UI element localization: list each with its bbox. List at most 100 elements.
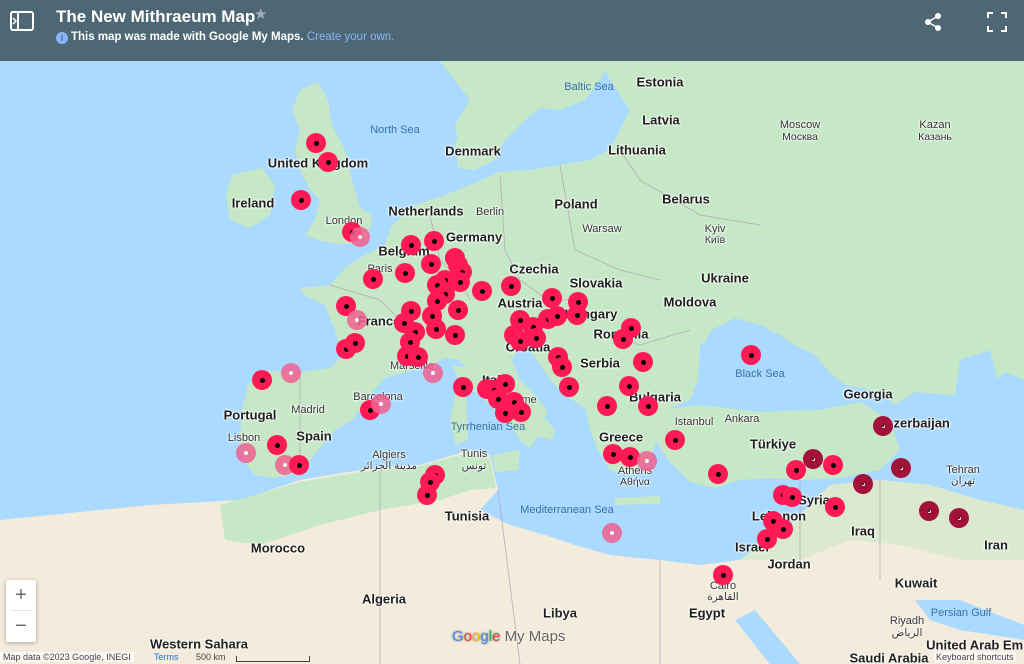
mithraeum-marker[interactable]: [289, 455, 309, 475]
city-label: Riyadh: [889, 615, 925, 627]
mithraeum-marker[interactable]: [345, 333, 365, 353]
share-icon[interactable]: [922, 11, 944, 33]
info-icon: i: [56, 32, 68, 44]
mithraeum-marker[interactable]: [423, 363, 443, 383]
country-label: Latvia: [642, 112, 680, 128]
mithraeum-marker[interactable]: [919, 501, 939, 521]
mithraeum-marker[interactable]: [823, 455, 843, 475]
mithraeum-marker[interactable]: [453, 377, 473, 397]
country-label: Iraq: [851, 523, 875, 539]
mithraeum-marker[interactable]: [757, 529, 777, 549]
country-label: Egypt: [688, 605, 726, 621]
side-panel-icon[interactable]: [10, 11, 34, 31]
mithraeum-marker[interactable]: [267, 435, 287, 455]
mithraeum-marker[interactable]: [401, 235, 421, 255]
mithraeum-marker[interactable]: [318, 152, 338, 172]
mithraeum-marker[interactable]: [371, 394, 391, 414]
country-label: Denmark: [445, 143, 501, 159]
mithraeum-marker[interactable]: [350, 227, 370, 247]
mithraeum-marker[interactable]: [306, 133, 326, 153]
mithraeum-marker[interactable]: [638, 396, 658, 416]
country-label: Libya: [543, 605, 577, 621]
city-label: Istanbul: [674, 416, 714, 428]
country-label: Netherlands: [388, 203, 464, 219]
mithraeum-marker[interactable]: [825, 497, 845, 517]
mithraeum-marker[interactable]: [472, 281, 492, 301]
mithraeum-marker[interactable]: [417, 485, 437, 505]
mithraeum-marker[interactable]: [347, 310, 367, 330]
country-label: Czechia: [509, 261, 559, 277]
mithraeum-marker[interactable]: [713, 565, 733, 585]
mithraeum-marker[interactable]: [448, 300, 468, 320]
country-label: Jordan: [767, 556, 811, 572]
mithraeum-marker[interactable]: [602, 523, 622, 543]
mithraeum-marker[interactable]: [637, 451, 657, 471]
mithraeum-marker[interactable]: [252, 370, 272, 390]
country-label: Ireland: [231, 195, 275, 211]
zoom-control: + −: [6, 580, 36, 642]
create-own-link[interactable]: Create your own.: [307, 31, 395, 43]
city-label: Berlin: [475, 206, 505, 218]
country-label: Kuwait: [894, 575, 938, 591]
mithraeum-marker[interactable]: [236, 443, 256, 463]
mithraeum-marker[interactable]: [281, 363, 301, 383]
star-icon[interactable]: ★: [254, 5, 267, 23]
country-label: Georgia: [843, 386, 893, 402]
city-label: Moscow: [779, 119, 821, 131]
mithraeum-marker[interactable]: [633, 352, 653, 372]
mithraeum-marker[interactable]: [408, 347, 428, 367]
mithraeum-marker[interactable]: [853, 474, 873, 494]
terms-link[interactable]: Terms: [154, 652, 179, 662]
my-maps-wordmark: My Maps: [504, 628, 566, 645]
country-label: Estonia: [636, 74, 684, 90]
country-label: Western Sahara: [149, 636, 249, 652]
mithraeum-marker[interactable]: [424, 231, 444, 251]
fullscreen-icon[interactable]: [987, 12, 1007, 32]
country-label: Serbia: [580, 355, 620, 371]
mithraeum-marker[interactable]: [891, 458, 911, 478]
mithraeum-marker[interactable]: [782, 487, 802, 507]
info-message: This map was made with Google My Maps.: [71, 31, 304, 43]
country-label: United Arab Emirates: [926, 637, 1024, 653]
mithraeum-marker[interactable]: [873, 416, 893, 436]
keyboard-shortcuts-link[interactable]: Keyboard shortcuts: [934, 652, 1016, 662]
mithraeum-marker[interactable]: [665, 430, 685, 450]
country-label: Türkiye: [749, 436, 797, 452]
mithraeum-marker[interactable]: [708, 464, 728, 484]
mithraeum-marker[interactable]: [619, 376, 639, 396]
country-label: Austria: [497, 295, 543, 311]
city-label: Tunis: [460, 448, 488, 460]
mithraeum-marker[interactable]: [949, 508, 969, 528]
sea-label: Baltic Sea: [564, 81, 614, 93]
mithraeum-marker[interactable]: [501, 276, 521, 296]
country-label: Belarus: [662, 191, 710, 207]
scale-label: 500 km: [196, 652, 226, 662]
mithraeum-marker[interactable]: [445, 325, 465, 345]
mithraeum-marker[interactable]: [803, 449, 823, 469]
mithraeum-marker[interactable]: [567, 305, 587, 325]
mithraeum-marker[interactable]: [450, 272, 470, 292]
country-label: Greece: [598, 429, 644, 445]
mithraeum-marker[interactable]: [511, 402, 531, 422]
scale-bar: [236, 656, 310, 662]
mithraeum-marker[interactable]: [526, 328, 546, 348]
mithraeum-marker[interactable]: [613, 329, 633, 349]
zoom-in-button[interactable]: +: [6, 580, 36, 610]
country-label: Poland: [554, 196, 598, 212]
mithraeum-marker[interactable]: [547, 306, 567, 326]
mithraeum-marker[interactable]: [552, 357, 572, 377]
mithraeum-marker[interactable]: [426, 319, 446, 339]
country-label: Tunisia: [444, 508, 490, 524]
mithraeum-marker[interactable]: [559, 377, 579, 397]
google-my-maps-logo: Google My Maps: [452, 628, 566, 645]
mithraeum-marker[interactable]: [542, 288, 562, 308]
map-canvas[interactable]: United KingdomIrelandDenmarkNetherlandsB…: [0, 61, 1024, 664]
mithraeum-marker[interactable]: [363, 269, 383, 289]
basemap: [0, 61, 1024, 664]
mithraeum-marker[interactable]: [291, 190, 311, 210]
mithraeum-marker[interactable]: [597, 396, 617, 416]
mithraeum-marker[interactable]: [741, 345, 761, 365]
mithraeum-marker[interactable]: [395, 263, 415, 283]
info-line: i This map was made with Google My Maps. …: [56, 31, 394, 44]
zoom-out-button[interactable]: −: [6, 611, 36, 641]
